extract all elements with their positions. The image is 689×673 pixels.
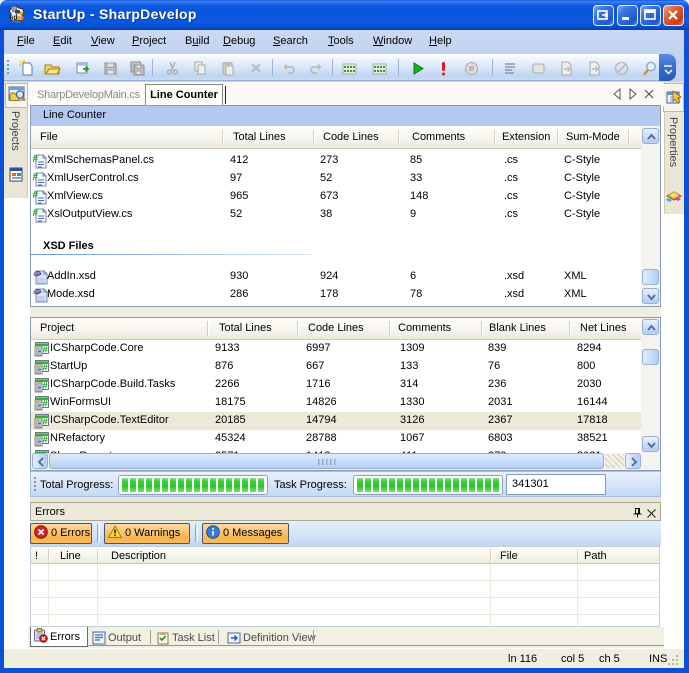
svg-text:#: # [43,363,49,374]
svg-text:#: # [33,208,39,219]
svg-text:#: # [33,172,39,183]
svg-text:#: # [43,345,49,356]
svg-text:sd: sd [10,15,18,22]
svg-text:#: # [43,435,49,446]
svg-text:#: # [33,190,39,201]
svg-text:#: # [43,399,49,410]
svg-text:#: # [43,417,49,428]
svg-text:#: # [33,154,39,165]
svg-text:#: # [43,381,49,392]
